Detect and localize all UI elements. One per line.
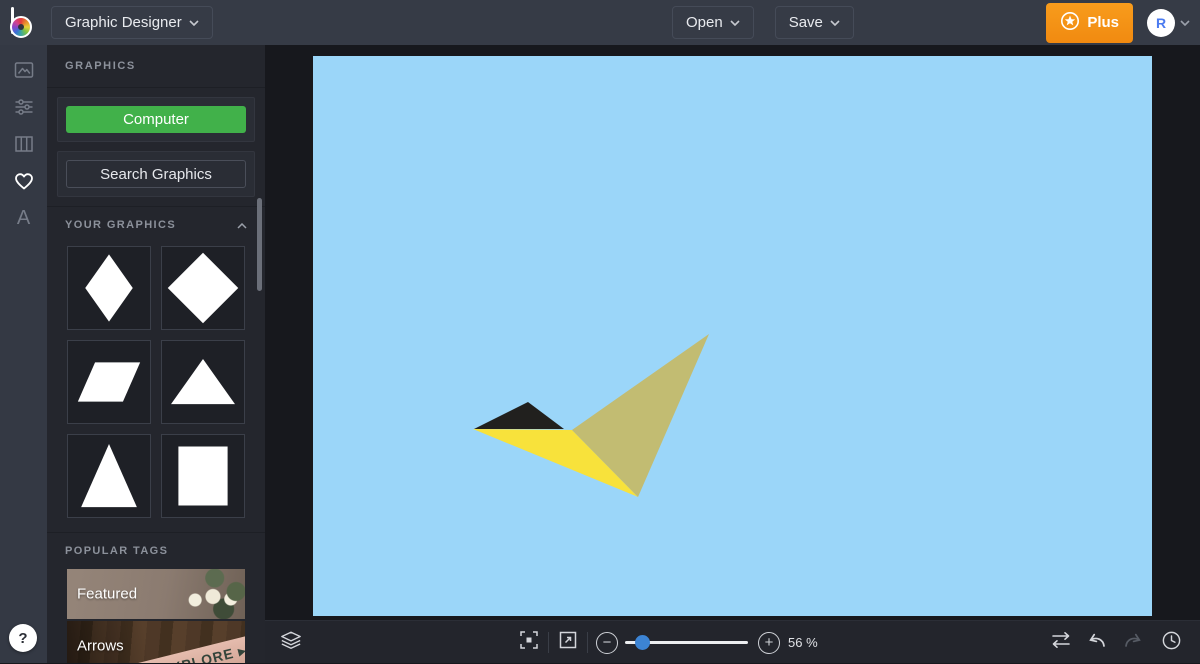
graphic-tile-square[interactable] xyxy=(161,434,245,518)
sidebar-item-layouts[interactable] xyxy=(0,125,47,162)
chevron-down-icon xyxy=(830,19,840,26)
account-area: Plus R xyxy=(1046,0,1190,45)
graphic-tile-parallelogram[interactable] xyxy=(67,340,151,424)
minus-icon: − xyxy=(596,631,618,654)
account-menu[interactable]: R xyxy=(1147,8,1190,37)
file-actions: Open Save xyxy=(672,6,854,39)
search-graphics-button[interactable]: Search Graphics xyxy=(66,160,246,188)
graphics-panel: GRAPHICS Computer Search Graphics YOUR G… xyxy=(47,45,265,663)
logo-colorwheel xyxy=(10,15,32,38)
tag-label: Arrows xyxy=(77,637,124,655)
text-icon: A xyxy=(16,206,31,229)
tag-label: Featured xyxy=(77,585,138,603)
chevron-down-icon xyxy=(1180,19,1190,26)
panel-header: GRAPHICS xyxy=(47,45,265,88)
zoom-slider[interactable] xyxy=(625,635,748,650)
panel-scrollbar[interactable] xyxy=(257,198,262,291)
chevron-down-icon xyxy=(189,19,199,26)
sidebar-item-images[interactable] xyxy=(0,51,47,88)
compare-arrows-icon xyxy=(1050,631,1072,654)
divider xyxy=(587,632,588,653)
history-clock-icon xyxy=(1161,630,1182,656)
layers-button[interactable] xyxy=(277,621,305,664)
popular-tags-header: POPULAR TAGS xyxy=(47,533,265,569)
origami-bird-artwork[interactable] xyxy=(313,56,1152,616)
bottom-toolbar: − + 56 % xyxy=(265,620,1200,663)
sidebar-item-graphics[interactable] xyxy=(0,162,47,199)
sidebar-item-edit[interactable] xyxy=(0,88,47,125)
bird-head[interactable] xyxy=(474,402,564,429)
image-icon xyxy=(13,59,35,81)
redo-button[interactable] xyxy=(1118,621,1148,664)
save-button[interactable]: Save xyxy=(774,6,854,39)
redo-icon xyxy=(1122,631,1144,654)
full-view-button[interactable] xyxy=(553,621,583,664)
open-button[interactable]: Open xyxy=(672,6,754,39)
undo-icon xyxy=(1086,631,1108,654)
history-button[interactable] xyxy=(1156,621,1186,664)
upload-card: Computer xyxy=(57,97,255,142)
tag-tile-featured[interactable]: Featured xyxy=(67,569,245,619)
your-graphics-title: YOUR GRAPHICS xyxy=(65,218,177,231)
graphic-tile-diamond-wide[interactable] xyxy=(161,246,245,330)
app-switcher-button[interactable]: Graphic Designer xyxy=(51,6,213,39)
tool-rail: A ? xyxy=(0,45,47,663)
help-button[interactable]: ? xyxy=(9,624,37,652)
graphic-tile-triangle-wide[interactable] xyxy=(161,340,245,424)
your-graphics-grid xyxy=(47,242,265,532)
plus-upgrade-button[interactable]: Plus xyxy=(1046,2,1133,43)
panel-title: GRAPHICS xyxy=(65,60,136,72)
open-in-full-icon xyxy=(558,630,578,655)
app-switcher-label: Graphic Designer xyxy=(65,14,182,31)
save-label: Save xyxy=(788,14,823,31)
chevron-up-icon[interactable] xyxy=(237,216,247,234)
fit-to-screen-button[interactable] xyxy=(514,621,544,664)
columns-icon xyxy=(13,133,35,155)
tag-tile-arrows[interactable]: EXPLORE ▸ Arrows xyxy=(67,621,245,663)
zoom-out-button[interactable]: − xyxy=(594,621,620,664)
top-bar: Graphic Designer Open Save Plus R xyxy=(0,0,1200,45)
layers-icon xyxy=(280,630,302,655)
open-label: Open xyxy=(686,14,723,31)
workspace xyxy=(265,45,1200,620)
befunky-logo[interactable] xyxy=(9,6,43,40)
avatar: R xyxy=(1147,8,1175,37)
fit-to-screen-icon xyxy=(519,630,539,655)
heart-icon xyxy=(13,170,35,192)
chevron-down-icon xyxy=(730,19,740,26)
zoom-slider-thumb[interactable] xyxy=(635,635,651,650)
plus-icon: + xyxy=(758,631,780,654)
zoom-percentage: 56 % xyxy=(788,635,818,650)
popular-tags-title: POPULAR TAGS xyxy=(65,545,169,557)
star-badge-icon xyxy=(1060,11,1080,35)
your-graphics-header: YOUR GRAPHICS xyxy=(47,206,265,242)
divider xyxy=(548,632,549,653)
compare-button[interactable] xyxy=(1046,621,1076,664)
zoom-in-button[interactable]: + xyxy=(756,621,782,664)
popular-tags-section: POPULAR TAGS Featured EXPLORE ▸ Arrows xyxy=(47,532,265,663)
sliders-icon xyxy=(13,96,35,118)
search-card: Search Graphics xyxy=(57,151,255,197)
undo-button[interactable] xyxy=(1082,621,1112,664)
design-canvas[interactable] xyxy=(313,56,1152,616)
computer-upload-button[interactable]: Computer xyxy=(66,106,246,133)
photo-ribbon-text: EXPLORE ▸ xyxy=(137,631,245,663)
graphic-tile-diamond-narrow[interactable] xyxy=(67,246,151,330)
sidebar-item-text[interactable]: A xyxy=(0,199,47,236)
plus-label: Plus xyxy=(1087,14,1119,31)
graphic-tile-triangle-tall[interactable] xyxy=(67,434,151,518)
